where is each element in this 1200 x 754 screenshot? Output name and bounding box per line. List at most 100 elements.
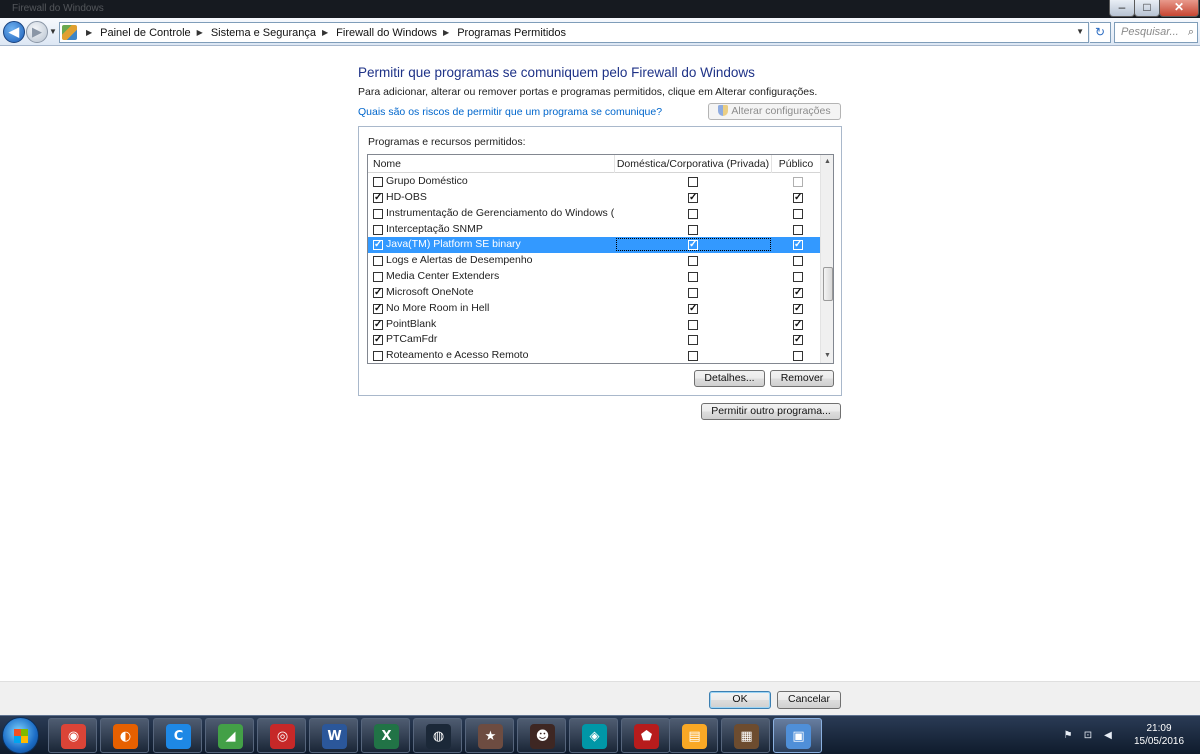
breadcrumb-item-system-security[interactable]: Sistema e Segurança (211, 27, 316, 39)
table-row[interactable]: Media Center Extenders (368, 269, 820, 285)
taskbar-app-control-panel[interactable]: ▣ (773, 718, 822, 753)
private-network-checkbox[interactable] (688, 335, 698, 346)
taskbar-app-firefox[interactable]: ◐ (100, 718, 149, 753)
search-input[interactable]: Pesquisar... ⌕ (1114, 22, 1198, 43)
table-row[interactable]: Roteamento e Acesso Remoto (368, 348, 820, 363)
table-row[interactable]: Instrumentação de Gerenciamento do Windo… (368, 206, 820, 222)
public-network-checkbox[interactable]: ✓ (793, 303, 803, 314)
table-row[interactable]: ✓ No More Room in Hell ✓ ✓ (368, 301, 820, 317)
remove-button[interactable]: Remover (770, 370, 834, 387)
enabled-checkbox[interactable] (373, 177, 383, 187)
vertical-scrollbar[interactable]: ▲ ▼ (820, 155, 833, 363)
details-button[interactable]: Detalhes... (694, 370, 765, 387)
column-header-public[interactable]: Público (772, 155, 820, 173)
close-button[interactable]: ✕ (1159, 0, 1199, 17)
column-header-private[interactable]: Doméstica/Corporativa (Privada) (615, 155, 772, 173)
enabled-checkbox[interactable] (373, 351, 383, 362)
maximize-button[interactable]: □ (1134, 0, 1160, 17)
taskbar-app-photo-app[interactable]: ◎ (257, 718, 306, 753)
chevron-right-icon[interactable]: ▶ (86, 28, 92, 37)
private-network-checkbox[interactable]: ✓ (688, 192, 698, 203)
enabled-checkbox[interactable] (373, 272, 383, 283)
enabled-checkbox[interactable]: ✓ (373, 240, 383, 251)
public-network-checkbox[interactable]: ✓ (793, 240, 803, 251)
enabled-checkbox[interactable] (373, 256, 383, 267)
table-row[interactable]: ✓ PointBlank ✓ (368, 317, 820, 333)
ok-button[interactable]: OK (709, 691, 771, 709)
volume-icon[interactable]: ◀ (1102, 730, 1114, 742)
private-network-checkbox[interactable] (688, 351, 698, 362)
address-bar[interactable]: ▶ Painel de Controle ▶ Sistema e Seguran… (59, 22, 1089, 43)
private-network-checkbox[interactable]: ✓ (688, 303, 698, 314)
recent-pages-dropdown-icon[interactable]: ▼ (49, 27, 57, 36)
column-header-name[interactable]: Nome (368, 155, 615, 173)
table-row[interactable]: ✓ Microsoft OneNote ✓ (368, 285, 820, 301)
taskbar-app-minecraft[interactable]: ▦ (721, 718, 770, 753)
public-network-checkbox[interactable] (793, 272, 803, 283)
chevron-right-icon[interactable]: ▶ (322, 28, 328, 37)
public-network-checkbox[interactable]: ✓ (793, 287, 803, 298)
table-row[interactable]: ✓ Java(TM) Platform SE binary ✓ ✓ (368, 237, 820, 254)
private-network-checkbox[interactable]: ✓ (688, 240, 698, 251)
table-row[interactable]: Grupo Doméstico (368, 174, 820, 190)
taskbar-app-network-tool[interactable]: ◈ (569, 718, 618, 753)
public-network-checkbox[interactable] (793, 256, 803, 267)
taskbar-app-shield-game[interactable]: ⬟ (621, 718, 670, 753)
table-row[interactable]: Logs e Alertas de Desempenho (368, 253, 820, 269)
enabled-checkbox[interactable] (373, 224, 383, 235)
search-icon[interactable]: ⌕ (1188, 23, 1194, 42)
network-icon[interactable]: ⊡ (1082, 730, 1094, 742)
scroll-down-icon[interactable]: ▼ (821, 349, 833, 363)
forward-button[interactable]: ▶ (26, 21, 48, 43)
refresh-button[interactable]: ↻ (1090, 22, 1111, 43)
table-row[interactable]: Interceptação SNMP (368, 222, 820, 238)
private-network-checkbox[interactable] (688, 224, 698, 235)
taskbar-app-chrome[interactable]: ◉ (48, 718, 97, 753)
taskbar-app-steam[interactable]: ◍ (413, 718, 462, 753)
back-button[interactable]: ◀ (3, 21, 25, 43)
taskbar-app-ccleaner[interactable]: C (153, 718, 202, 753)
private-network-checkbox[interactable] (688, 287, 698, 298)
private-network-checkbox[interactable] (688, 208, 698, 219)
taskbar-app-file-explorer[interactable]: ▤ (669, 718, 718, 753)
breadcrumb-item-control-panel[interactable]: Painel de Controle (100, 27, 191, 39)
public-network-checkbox[interactable]: ✓ (793, 319, 803, 330)
taskbar-app-game-character[interactable]: ☻ (517, 718, 566, 753)
start-button[interactable] (2, 717, 39, 754)
allowed-programs-list[interactable]: Nome Doméstica/Corporativa (Privada) Púb… (367, 154, 834, 364)
public-network-checkbox[interactable] (793, 351, 803, 362)
enabled-checkbox[interactable] (373, 208, 383, 219)
breadcrumb-item-allowed-programs[interactable]: Programas Permitidos (457, 27, 566, 39)
enabled-checkbox[interactable]: ✓ (373, 192, 383, 203)
cancel-button[interactable]: Cancelar (777, 691, 841, 709)
change-settings-button[interactable]: Alterar configurações (708, 103, 841, 120)
breadcrumb-item-firewall[interactable]: Firewall do Windows (336, 27, 437, 39)
scroll-up-icon[interactable]: ▲ (821, 155, 833, 169)
enabled-checkbox[interactable]: ✓ (373, 335, 383, 346)
enabled-checkbox[interactable]: ✓ (373, 319, 383, 330)
chevron-right-icon[interactable]: ▶ (443, 28, 449, 37)
taskbar-app-word[interactable]: W (309, 718, 358, 753)
clock[interactable]: 21:09 15/05/2016 (1128, 722, 1190, 748)
enabled-checkbox[interactable]: ✓ (373, 303, 383, 314)
risks-help-link[interactable]: Quais são os riscos de permitir que um p… (358, 106, 662, 118)
allow-another-program-button[interactable]: Permitir outro programa... (701, 403, 841, 420)
action-center-flag-icon[interactable]: ⚑ (1062, 730, 1074, 742)
public-network-checkbox[interactable] (793, 177, 803, 187)
taskbar-app-excel[interactable]: X (361, 718, 410, 753)
address-dropdown-icon[interactable]: ▼ (1076, 27, 1084, 36)
private-network-checkbox[interactable] (688, 272, 698, 283)
public-network-checkbox[interactable] (793, 208, 803, 219)
public-network-checkbox[interactable]: ✓ (793, 335, 803, 346)
minimize-button[interactable]: – (1109, 0, 1135, 17)
scrollbar-thumb[interactable] (823, 267, 833, 301)
private-network-checkbox[interactable] (688, 319, 698, 330)
table-row[interactable]: ✓ HD-OBS ✓ ✓ (368, 190, 820, 206)
public-network-checkbox[interactable] (793, 224, 803, 235)
public-network-checkbox[interactable]: ✓ (793, 192, 803, 203)
enabled-checkbox[interactable]: ✓ (373, 287, 383, 298)
private-network-checkbox[interactable] (688, 256, 698, 267)
table-row[interactable]: ✓ PTCamFdr ✓ (368, 332, 820, 348)
taskbar-app-game-launcher[interactable]: ★ (465, 718, 514, 753)
chevron-right-icon[interactable]: ▶ (197, 28, 203, 37)
